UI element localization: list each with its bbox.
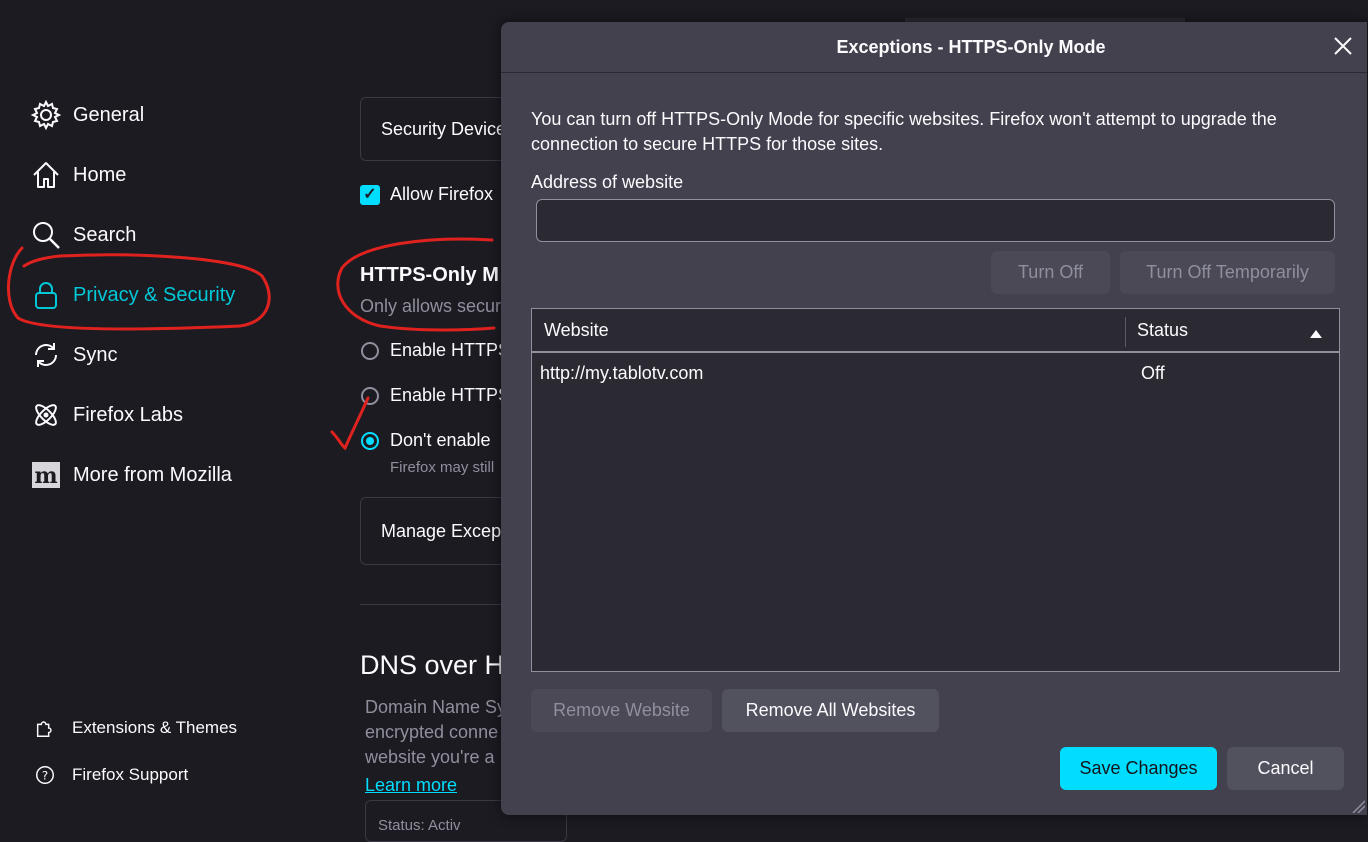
resize-grip-icon[interactable] (1351, 799, 1366, 815)
dialog-description-line2: connection to secure HTTPS for those sit… (531, 134, 884, 154)
annotation-checkmark (330, 396, 370, 451)
dialog-description: You can turn off HTTPS-Only Mode for spe… (531, 107, 1277, 157)
annotation-circle-privacy (6, 246, 271, 331)
dialog-description-line1: You can turn off HTTPS-Only Mode for spe… (531, 109, 1277, 129)
cell-status: Off (1141, 363, 1165, 383)
column-header-status[interactable]: Status (1137, 309, 1188, 351)
exceptions-table: Website Status http://my.tablotv.com Off (531, 308, 1340, 672)
dialog-title: Exceptions - HTTPS-Only Mode (836, 37, 1106, 57)
cancel-button[interactable]: Cancel (1227, 747, 1344, 790)
table-header (532, 309, 1339, 353)
dialog-titlebar: Exceptions - HTTPS-Only Mode (501, 22, 1367, 73)
column-divider (1125, 317, 1126, 347)
save-changes-button[interactable]: Save Changes (1060, 747, 1217, 790)
cell-website: http://my.tablotv.com (540, 363, 704, 383)
remove-all-websites-button[interactable]: Remove All Websites (722, 689, 939, 732)
close-icon[interactable] (1331, 34, 1355, 58)
exceptions-dialog: Exceptions - HTTPS-Only Mode You can tur… (501, 22, 1367, 815)
column-header-website[interactable]: Website (544, 309, 609, 351)
turn-off-temporarily-button[interactable]: Turn Off Temporarily (1120, 251, 1335, 294)
sort-ascending-icon (1310, 325, 1322, 343)
address-label: Address of website (531, 172, 684, 192)
remove-website-button[interactable]: Remove Website (531, 689, 712, 732)
address-input[interactable] (536, 199, 1335, 242)
turn-off-button[interactable]: Turn Off (991, 251, 1110, 294)
annotation-circle-https (336, 237, 496, 332)
table-row[interactable]: http://my.tablotv.com Off (532, 355, 1339, 395)
